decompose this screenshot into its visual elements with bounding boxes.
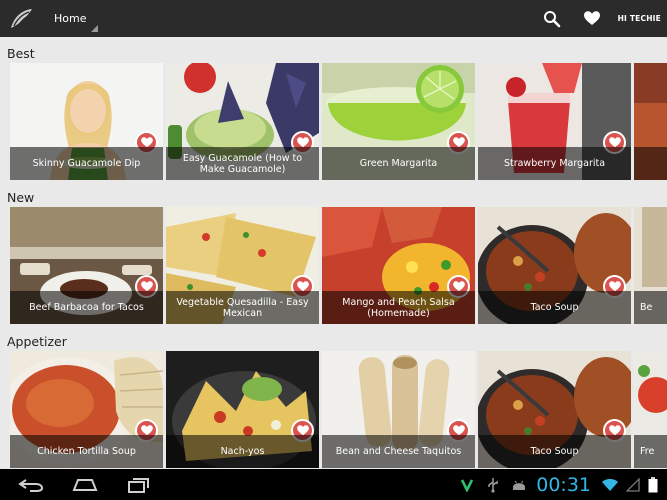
recipe-title: Skinny Guacamole Dip [10,147,163,180]
user-menu[interactable]: HI TECHIE [612,14,667,23]
home-icon [72,478,98,491]
recent-apps-icon [128,477,149,493]
back-icon [18,478,44,492]
recipe-title: Vegetable Quesadilla - Easy Mexican [166,291,319,324]
usb-icon [480,469,506,500]
row-best[interactable]: Skinny Guacamole Dip Easy Guacamole (How… [10,63,667,180]
search-icon [543,10,560,27]
recipe-card[interactable]: Vegetable Quesadilla - Easy Mexican [166,207,319,324]
recipe-title: Taco Soup [478,435,631,468]
heart-icon [583,11,600,25]
recipe-card[interactable]: Nach-yos [166,351,319,468]
recipe-title [634,147,667,180]
recipe-card[interactable]: Bean and Cheese Taquitos [322,351,475,468]
row-new[interactable]: Beef Barbacoa for Tacos Vegetable Quesad… [10,207,667,324]
search-button[interactable] [532,0,572,37]
clock: 00:31 [536,473,591,496]
recipe-title: Be [634,291,667,324]
app-logo-icon[interactable] [4,0,38,37]
recipe-card[interactable]: Taco Soup [478,351,631,468]
home-nav-spinner[interactable]: Home [54,0,99,37]
recipe-title: Nach-yos [166,435,319,468]
recipe-title: Fre [634,435,667,468]
recipe-card[interactable]: Easy Guacamole (How to Make Guacamole) [166,63,319,180]
signal-icon [623,469,643,500]
recipe-card[interactable]: Fre [634,351,667,468]
recipe-title: Bean and Cheese Taquitos [322,435,475,468]
recipe-card[interactable]: Strawberry Margarita [478,63,631,180]
recipe-title: Beef Barbacoa for Tacos [10,291,163,324]
section-title-appetizer: Appetizer [7,334,67,349]
favorites-button[interactable] [572,0,612,37]
android-debug-icon [506,469,532,500]
recipe-title: Green Margarita [322,147,475,180]
recipe-title: Strawberry Margarita [478,147,631,180]
recipe-card[interactable]: Chicken Tortilla Soup [10,351,163,468]
wifi-icon [597,469,623,500]
home-button[interactable] [58,469,112,500]
recent-apps-button[interactable] [112,469,166,500]
recipe-title: Taco Soup [478,291,631,324]
battery-icon [643,469,663,500]
recipe-card[interactable]: Beef Barbacoa for Tacos [10,207,163,324]
vine-notification-icon [454,469,480,500]
recipe-card[interactable]: Skinny Guacamole Dip [10,63,163,180]
row-appetizer[interactable]: Chicken Tortilla Soup Nach-yos Bean and … [10,351,667,468]
recipe-card[interactable]: Be [634,207,667,324]
recipe-card[interactable]: Green Margarita [322,63,475,180]
recipe-card[interactable]: Taco Soup [478,207,631,324]
back-button[interactable] [4,469,58,500]
system-nav-bar: 00:31 [0,469,667,500]
recipe-title: Mango and Peach Salsa (Homemade) [322,291,475,324]
recipe-title: Chicken Tortilla Soup [10,435,163,468]
recipe-card[interactable] [634,63,667,180]
spinner-indicator-icon [91,25,99,32]
page-title: Home [54,12,87,25]
status-area[interactable]: 00:31 [454,469,667,500]
recipe-card[interactable]: Mango and Peach Salsa (Homemade) [322,207,475,324]
section-title-new: New [7,190,35,205]
section-title-best: Best [7,46,35,61]
action-bar: Home HI TECHIE [0,0,667,37]
app-root: Home HI TECHIE Best Skinny Guacamole Dip… [0,0,667,500]
recipe-title: Easy Guacamole (How to Make Guacamole) [166,147,319,180]
